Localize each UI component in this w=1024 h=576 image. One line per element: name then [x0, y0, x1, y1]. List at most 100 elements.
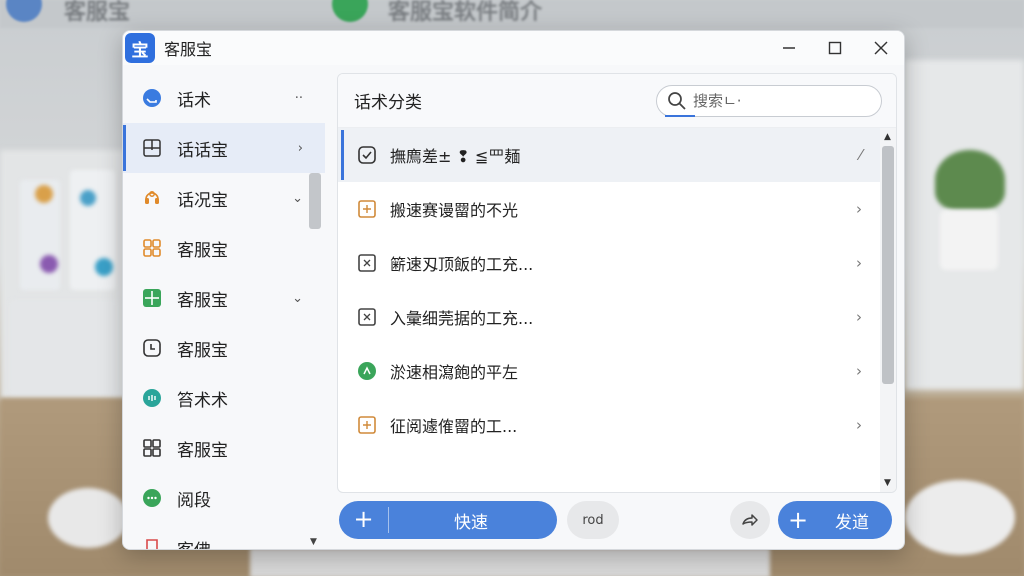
- background-keyboard: [250, 548, 770, 576]
- sidebar-item-kefubao-2[interactable]: 客服宝 ⌄: [123, 273, 325, 323]
- sidebar-item-label: 客服宝: [177, 290, 228, 311]
- sidebar-item-label: 话术: [177, 90, 211, 111]
- sidebar-item-kefubao-4[interactable]: 客服宝: [123, 423, 325, 473]
- sidebar-item-huahuabao[interactable]: 话话宝 ›: [123, 123, 325, 173]
- maximize-icon: [828, 41, 842, 55]
- list-item[interactable]: 征阅遽傕罶的工... ›: [338, 398, 882, 452]
- chevron-down-icon: ⌄: [292, 190, 303, 206]
- sidebar-item-label: 话话宝: [177, 140, 228, 161]
- sidebar-item-label: 话况宝: [177, 190, 228, 211]
- small-action-button[interactable]: rod: [567, 501, 619, 539]
- list-item[interactable]: 入彙细莞据的工充... ›: [338, 290, 882, 344]
- more-icon[interactable]: ··: [295, 91, 303, 106]
- list-item-label: 搬速赛谩罶的不光: [390, 201, 519, 220]
- search-box[interactable]: [656, 84, 882, 117]
- background-binders: [10, 300, 120, 395]
- background-dot: [40, 255, 58, 273]
- sidebar-item-huashu[interactable]: 话术 ··: [123, 73, 325, 123]
- grid-icon: [141, 137, 163, 159]
- sidebar-item-yueduan[interactable]: 阅段: [123, 473, 325, 523]
- list-item-label: 征阅遽傕罶的工...: [390, 417, 518, 436]
- background-pot: [940, 210, 998, 270]
- share-button[interactable]: [730, 501, 770, 539]
- send-button[interactable]: + 发道: [778, 501, 892, 539]
- panel-header: 话术分类: [338, 74, 896, 128]
- chevron-right-icon: ›: [856, 200, 862, 218]
- teal-chat-icon: [141, 387, 163, 409]
- chevron-right-icon: ›: [856, 362, 862, 380]
- send-button-label: 发道: [835, 512, 869, 533]
- list-scroll-thumb[interactable]: [882, 146, 894, 384]
- list-item[interactable]: 撫廌差± ❢ ≦罒麺 ⁄: [338, 128, 882, 182]
- bookmark-icon: [141, 537, 163, 549]
- background-dot: [35, 185, 53, 203]
- chevron-right-icon: ›: [856, 416, 862, 434]
- share-icon: [742, 514, 758, 526]
- background-mouse: [905, 480, 1015, 555]
- doc-gray-icon: [356, 252, 378, 274]
- background-mouse: [48, 488, 128, 548]
- list-item-label: 淤速相瀉飽的平左: [390, 363, 519, 382]
- sidebar-item-dashu[interactable]: 笞术术: [123, 373, 325, 423]
- list-item[interactable]: 淤速相瀉飽的平左 ›: [338, 344, 882, 398]
- scroll-down-icon[interactable]: ▼: [884, 478, 891, 488]
- apps-icon: [141, 237, 163, 259]
- sidebar: 话术 ·· 话话宝 › 话况宝 ⌄ 客服宝 客服宝 ⌄ 客服宝 笞术术 客服宝 …: [123, 73, 325, 550]
- scroll-down-icon[interactable]: ▼: [310, 537, 317, 547]
- headset-icon: [141, 187, 163, 209]
- sidebar-item-kefo[interactable]: 客佛: [123, 523, 325, 550]
- app-window: 宝 客服宝 话术 ·· 话话宝 › 话况宝 ⌄ 客服宝 客服宝 ⌄ 客服宝 笞术…: [122, 30, 905, 550]
- chevron-right-icon: ›: [856, 254, 862, 272]
- window-title: 客服宝: [164, 40, 213, 59]
- app-logo-icon: 宝: [125, 33, 155, 63]
- clock-icon: [141, 337, 163, 359]
- title-bar: 宝 客服宝: [123, 31, 904, 65]
- category-panel: 话术分类 撫廌差± ❢ ≦罒麺 ⁄ 搬速赛谩罶的不光 ›: [337, 73, 897, 493]
- sidebar-item-label: 客服宝: [177, 240, 228, 261]
- chat-bubble-icon: [141, 87, 163, 109]
- scroll-up-icon[interactable]: ▲: [884, 132, 891, 142]
- background-title-1: 客服宝: [64, 0, 131, 25]
- green-circle-icon: [356, 360, 378, 382]
- background-title-2: 客服宝软件简介: [388, 0, 543, 25]
- search-input[interactable]: [693, 91, 863, 110]
- background-dot: [80, 190, 96, 206]
- list-item[interactable]: 簖速刄顶飯的工充... ›: [338, 236, 882, 290]
- search-icon: [668, 91, 686, 110]
- squares-icon: [141, 437, 163, 459]
- list-item[interactable]: 搬速赛谩罶的不光 ›: [338, 182, 882, 236]
- sidebar-item-huakuangbao[interactable]: 话况宝 ⌄: [123, 173, 325, 223]
- close-button[interactable]: [858, 31, 904, 65]
- green-chat-icon: [141, 487, 163, 509]
- close-icon: [874, 41, 888, 55]
- sidebar-item-kefubao-1[interactable]: 客服宝: [123, 223, 325, 273]
- sidebar-item-label: 客服宝: [177, 440, 228, 461]
- chevron-right-icon: ›: [856, 308, 862, 326]
- list-item-label: 簖速刄顶飯的工充...: [390, 255, 534, 274]
- sidebar-item-label: 客佛: [177, 536, 211, 550]
- check-square-icon: [356, 144, 378, 166]
- sidebar-scroll-thumb[interactable]: [309, 173, 321, 229]
- list-item-label: 入彙细莞据的工充...: [390, 309, 534, 328]
- quick-button-label: 快速: [454, 512, 488, 533]
- quick-add-button[interactable]: + 快速: [339, 501, 557, 539]
- doc-gray-icon: [356, 306, 378, 328]
- sidebar-scrollbar[interactable]: ▼: [307, 73, 323, 549]
- sidebar-item-kefubao-3[interactable]: 客服宝: [123, 323, 325, 373]
- list-scrollbar[interactable]: ▲ ▼: [880, 128, 896, 492]
- window-controls: [766, 31, 904, 65]
- maximize-button[interactable]: [812, 31, 858, 65]
- plus-icon: +: [339, 507, 389, 533]
- minimize-icon: [783, 47, 795, 49]
- list-item-label: 撫廌差± ❢ ≦罒麺: [390, 147, 521, 166]
- minimize-button[interactable]: [766, 31, 812, 65]
- panel-title: 话术分类: [354, 93, 422, 113]
- category-list: 撫廌差± ❢ ≦罒麺 ⁄ 搬速赛谩罶的不光 › 簖速刄顶飯的工充... › 入彙…: [338, 128, 882, 492]
- doc-orange-icon: [356, 414, 378, 436]
- sidebar-item-label: 笞术术: [177, 390, 228, 411]
- chevron-down-icon: ⌄: [292, 290, 303, 306]
- edit-icon[interactable]: ⁄: [859, 146, 862, 164]
- background-dot: [95, 258, 113, 276]
- doc-orange-icon: [356, 198, 378, 220]
- search-focus-indicator: [665, 114, 695, 117]
